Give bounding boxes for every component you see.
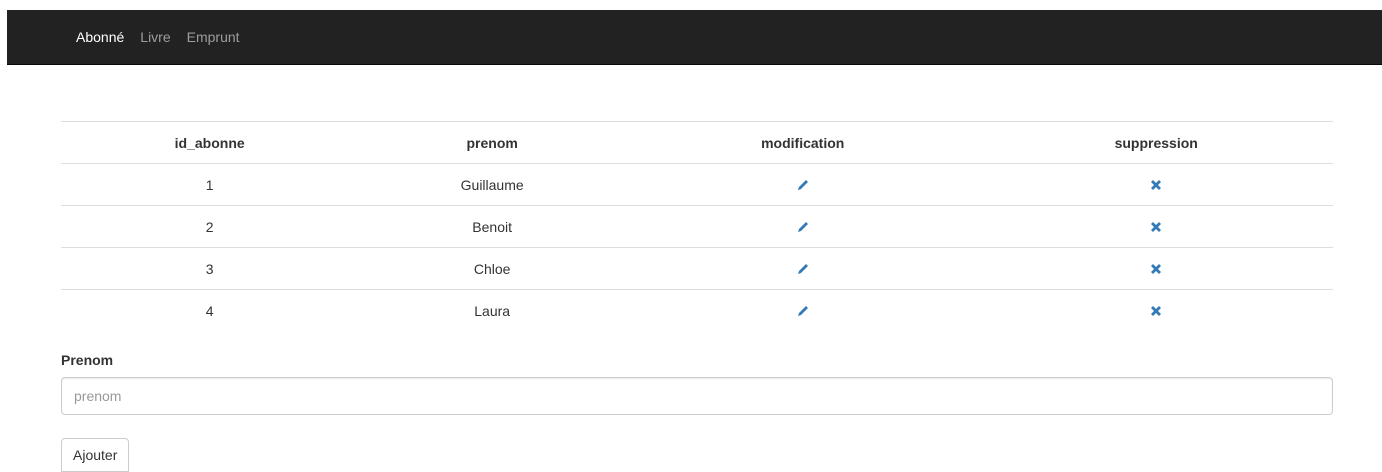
cell-prenom: Chloe <box>358 247 626 290</box>
nav-item-abonne[interactable]: Abonné <box>68 10 132 65</box>
pencil-icon[interactable] <box>795 177 811 193</box>
pencil-icon[interactable] <box>795 261 811 277</box>
column-header-suppression: suppression <box>979 121 1333 164</box>
column-header-modification: modification <box>625 121 980 164</box>
remove-icon[interactable] <box>1148 261 1164 277</box>
prenom-label: Prenom <box>61 352 114 368</box>
cell-suppression <box>979 205 1333 248</box>
remove-icon[interactable] <box>1148 177 1164 193</box>
table-row: 4 Laura <box>61 289 1333 331</box>
table-header-row: id_abonne prenom modification suppressio… <box>61 121 1333 164</box>
cell-prenom: Guillaume <box>460 176 524 193</box>
cell-modification <box>625 247 980 290</box>
column-header-prenom: prenom <box>358 121 626 164</box>
remove-icon[interactable] <box>1148 303 1164 319</box>
add-button[interactable]: Ajouter <box>61 438 130 472</box>
cell-id: 3 <box>61 247 359 290</box>
nav-item-livre[interactable]: Livre <box>132 10 178 65</box>
abonnes-table: id_abonne prenom modification suppressio… <box>61 121 1333 331</box>
cell-modification <box>625 205 980 248</box>
remove-icon[interactable] <box>1148 219 1164 235</box>
table-container: id_abonne prenom modification suppressio… <box>61 121 1333 331</box>
nav-links: Abonné Livre Emprunt <box>68 10 248 65</box>
prenom-input[interactable] <box>61 377 1333 415</box>
cell-modification <box>626 164 979 206</box>
pencil-icon[interactable] <box>795 219 811 235</box>
table-row: 1 Guillaume <box>61 164 1333 206</box>
cell-suppression <box>979 289 1333 331</box>
pencil-icon[interactable] <box>795 303 811 319</box>
cell-suppression <box>979 164 1333 206</box>
nav-item-emprunt[interactable]: Emprunt <box>179 10 248 65</box>
top-navbar: Abonné Livre Emprunt <box>7 10 1382 65</box>
column-header-id: id_abonne <box>61 121 359 164</box>
cell-id: 4 <box>61 289 359 331</box>
table-row: 2 Benoit <box>61 205 1333 248</box>
cell-id: 1 <box>205 176 214 193</box>
table-row: 3 Chloe <box>61 247 1333 290</box>
cell-suppression <box>979 247 1333 290</box>
cell-prenom: Benoit <box>358 205 626 248</box>
cell-id: 2 <box>61 205 359 248</box>
cell-prenom: Laura <box>358 289 626 331</box>
cell-modification <box>625 289 980 331</box>
